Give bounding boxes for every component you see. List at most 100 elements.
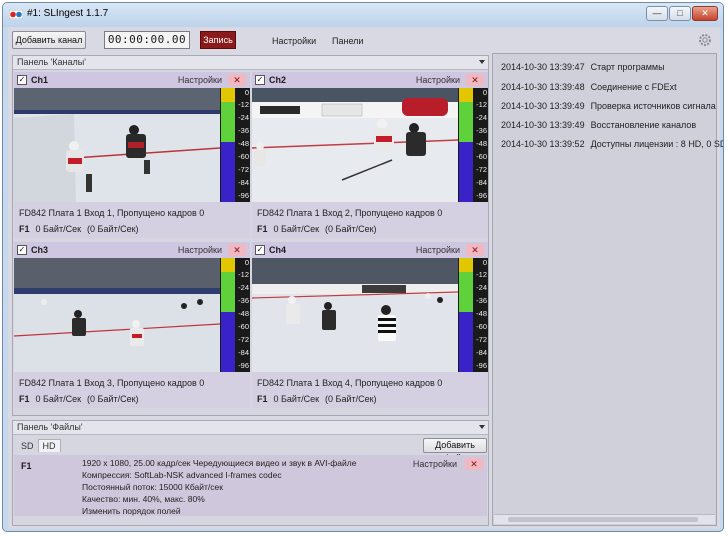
meter-high-segment (459, 88, 473, 102)
channel-close-button[interactable]: ✕ (228, 74, 246, 86)
channel-close-button[interactable]: ✕ (466, 244, 484, 256)
log-text: Старт программы (590, 62, 665, 72)
event-log: 2014-10-30 13:39:47 Старт программы 2014-… (492, 53, 723, 526)
meter-mid-segment (221, 272, 235, 312)
log-time: 2014-10-30 13:39:52 (501, 139, 585, 149)
format-tabs: SD HD (17, 439, 61, 453)
panel-menu-arrow-icon[interactable] (479, 60, 485, 64)
log-time: 2014-10-30 13:39:49 (501, 120, 585, 130)
meter-label: -60 (476, 152, 487, 161)
files-panel-header: Панель 'Файлы' (13, 421, 488, 435)
tab-hd[interactable]: HD (37, 439, 61, 452)
meter-label: -36 (476, 126, 487, 135)
channel-stats: F1 0 Байт/Сек (0 Байт/Сек) (19, 224, 145, 234)
channel-enable-checkbox[interactable]: ✓ (255, 245, 265, 255)
file-close-button[interactable]: ✕ (465, 458, 483, 470)
add-file-button[interactable]: Добавить файл (423, 438, 487, 463)
log-horizontal-scrollbar[interactable] (494, 514, 715, 524)
file-label: F1 (21, 461, 32, 471)
channel-4: ✓ Ch4 Настройки ✕ 0 -12 -24 -36 -48 -60 … (252, 242, 488, 408)
gear-icon[interactable] (697, 32, 713, 48)
channels-panel-header: Панель 'Каналы' (13, 56, 488, 70)
stats-rate: 0 Байт/Сек (273, 394, 320, 404)
meter-label: -96 (476, 191, 487, 200)
meter-label: -96 (238, 361, 249, 370)
meter-label: -84 (476, 178, 487, 187)
meter-label: -12 (238, 100, 249, 109)
minimize-button[interactable]: — (646, 6, 668, 21)
log-text: Соединение с FDExt (590, 82, 677, 92)
meter-high-segment (221, 88, 235, 102)
channel-settings-link[interactable]: Настройки (416, 75, 460, 85)
stats-rate: 0 Байт/Сек (35, 394, 82, 404)
stats-rate-avg: (0 Байт/Сек) (325, 224, 377, 234)
title-bar: #1: SLIngest 1.1.7 — □ ✕ (3, 3, 723, 27)
scrollbar-thumb[interactable] (508, 517, 698, 522)
meter-low-segment (221, 142, 235, 202)
meter-label: -48 (238, 139, 249, 148)
channel-settings-link[interactable]: Настройки (416, 245, 460, 255)
stats-rate: 0 Байт/Сек (35, 224, 82, 234)
meter-label: 0 (482, 258, 487, 267)
files-panel: Панель 'Файлы' SDHD Добавить файл F1 192… (12, 420, 489, 526)
close-window-button[interactable]: ✕ (692, 6, 718, 21)
file-format-line: 1920 x 1080, 25.00 кадр/сек Чередующиеся… (82, 458, 357, 468)
meter-label: -72 (476, 165, 487, 174)
app-window: #1: SLIngest 1.1.7 — □ ✕ Добавить канал … (2, 2, 724, 532)
meter-label: -96 (476, 361, 487, 370)
panel-menu-arrow-icon[interactable] (479, 425, 485, 429)
channel-source-info: FD842 Плата 1 Вход 4, Пропущено кадров 0 (257, 378, 443, 388)
stats-format: F1 (19, 224, 30, 234)
meter-label: 0 (482, 88, 487, 97)
channel-settings-link[interactable]: Настройки (178, 245, 222, 255)
log-time: 2014-10-30 13:39:49 (501, 101, 585, 111)
meter-high-segment (221, 258, 235, 272)
menu-panels[interactable]: Панели (332, 36, 363, 46)
stats-rate-avg: (0 Байт/Сек) (325, 394, 377, 404)
app-logo-icon (9, 10, 23, 19)
video-preview (252, 258, 458, 372)
log-entry: 2014-10-30 13:39:49 Проверка источников с… (501, 101, 716, 111)
channel-header: ✓ Ch2 Настройки ✕ (252, 72, 488, 88)
channel-header: ✓ Ch4 Настройки ✕ (252, 242, 488, 258)
add-channel-button[interactable]: Добавить канал (12, 31, 86, 49)
channel-settings-link[interactable]: Настройки (178, 75, 222, 85)
meter-label: -36 (476, 296, 487, 305)
meter-label: -24 (476, 283, 487, 292)
record-button[interactable]: Запись (200, 31, 236, 49)
channel-1: ✓ Ch1 Настройки ✕ 0 -12 -24 -36 -48 -60 … (14, 72, 250, 238)
window-title: #1: SLIngest 1.1.7 (27, 8, 109, 19)
meter-label: -96 (238, 191, 249, 200)
file-bitrate-line: Постоянный поток: 15000 Кбайт/сек (82, 482, 223, 492)
channel-close-button[interactable]: ✕ (228, 244, 246, 256)
meter-label: -72 (476, 335, 487, 344)
tab-sd[interactable]: SD (17, 440, 38, 452)
stats-rate: 0 Байт/Сек (273, 224, 320, 234)
video-preview (14, 88, 220, 202)
audio-level-meter: 0 -12 -24 -36 -48 -60 -72 -84 -96 (458, 258, 488, 372)
maximize-button[interactable]: □ (669, 6, 691, 21)
files-panel-title: Панель 'Файлы' (17, 422, 83, 432)
channel-stats: F1 0 Байт/Сек (0 Байт/Сек) (257, 224, 383, 234)
channel-enable-checkbox[interactable]: ✓ (255, 75, 265, 85)
meter-mid-segment (221, 102, 235, 142)
channel-stats: F1 0 Байт/Сек (0 Байт/Сек) (19, 394, 145, 404)
stats-rate-avg: (0 Байт/Сек) (87, 394, 139, 404)
menu-settings[interactable]: Настройки (272, 36, 316, 46)
channel-close-button[interactable]: ✕ (466, 74, 484, 86)
timecode-display: 00:00:00.00 (104, 31, 190, 49)
channel-enable-checkbox[interactable]: ✓ (17, 245, 27, 255)
meter-label: -60 (238, 322, 249, 331)
channel-name: Ch1 (31, 75, 49, 85)
meter-low-segment (459, 312, 473, 372)
meter-low-segment (221, 312, 235, 372)
meter-mid-segment (459, 102, 473, 142)
file-settings-link[interactable]: Настройки (413, 459, 457, 469)
channel-header: ✓ Ch3 Настройки ✕ (14, 242, 250, 258)
channel-enable-checkbox[interactable]: ✓ (17, 75, 27, 85)
file-compression-line: Компрессия: SoftLab-NSK advanced I-frame… (82, 470, 282, 480)
audio-level-meter: 0 -12 -24 -36 -48 -60 -72 -84 -96 (220, 88, 250, 202)
meter-label: -48 (238, 309, 249, 318)
channels-panel: Панель 'Каналы' ✓ Ch1 Настройки ✕ 0 -12 … (12, 55, 489, 416)
log-entry: 2014-10-30 13:39:52 Доступны лицензии : 8… (501, 139, 723, 149)
